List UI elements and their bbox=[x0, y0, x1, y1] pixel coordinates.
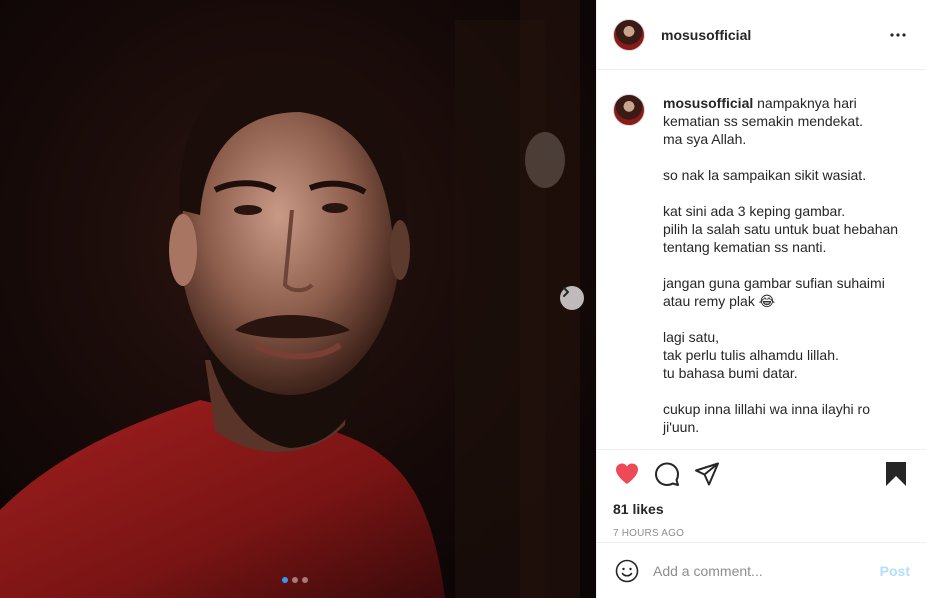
likes-count[interactable]: 81 likes bbox=[613, 501, 910, 517]
caption-line: so nak la sampaikan sikit wasiat. bbox=[663, 167, 867, 183]
emoji-icon bbox=[615, 559, 639, 582]
post-actions: 81 likes 7 HOURS AGO bbox=[597, 449, 926, 539]
caption-line: kematian ss semakin mendekat. bbox=[663, 113, 863, 129]
comment-button[interactable] bbox=[653, 460, 681, 488]
carousel-dot-2 bbox=[292, 577, 298, 583]
caption-line: tak perlu tulis alhamdu lillah. bbox=[663, 347, 839, 363]
post-photo[interactable] bbox=[0, 0, 596, 598]
heart-icon bbox=[616, 463, 638, 484]
caption-line: tu bahasa bumi datar. bbox=[663, 365, 798, 381]
more-options-icon bbox=[890, 32, 906, 37]
avatar[interactable] bbox=[613, 18, 645, 51]
caption: mosusofficial nampaknya hari kematian ss… bbox=[613, 94, 910, 436]
comment-icon bbox=[655, 462, 679, 486]
caption-line: jangan guna gambar sufian suhaimi bbox=[663, 275, 885, 291]
caption-text: mosusofficial nampaknya hari kematian ss… bbox=[663, 94, 910, 436]
caption-line: ji'uun. bbox=[663, 419, 700, 435]
caption-line bbox=[663, 148, 910, 166]
comments-section[interactable]: mosusofficial nampaknya hari kematian ss… bbox=[597, 70, 926, 448]
share-icon bbox=[695, 462, 719, 486]
caption-username[interactable]: mosusofficial bbox=[663, 95, 753, 111]
share-button[interactable] bbox=[693, 460, 721, 488]
carousel-dot-3 bbox=[302, 577, 308, 583]
caption-line bbox=[663, 382, 910, 400]
caption-line: cukup inna lillahi wa inna ilayhi ro bbox=[663, 401, 871, 417]
header-username[interactable]: mosusofficial bbox=[661, 27, 751, 43]
caption-avatar[interactable] bbox=[613, 94, 645, 126]
emoji-button[interactable] bbox=[613, 557, 641, 585]
caption-line bbox=[663, 256, 910, 274]
caption-line: kat sini ada 3 keping gambar. bbox=[663, 203, 846, 219]
add-comment-bar: Post bbox=[597, 542, 926, 598]
caption-line: lagi satu, bbox=[663, 329, 720, 345]
post-side-panel: mosusofficial mosusofficial nampaknya ha… bbox=[596, 0, 926, 598]
caption-first-line: nampaknya hari bbox=[757, 95, 857, 111]
post-timestamp[interactable]: 7 HOURS AGO bbox=[613, 528, 910, 539]
caption-line: mosusofficial nampaknya hari bbox=[663, 94, 910, 112]
caption-line: atau remy plak 😂 bbox=[663, 293, 776, 309]
caption-line bbox=[663, 184, 910, 202]
caption-line bbox=[663, 310, 910, 328]
caption-line: ma sya Allah. bbox=[663, 131, 747, 147]
bookmark-icon bbox=[886, 462, 906, 486]
action-icons bbox=[613, 458, 910, 490]
chevron-right-icon bbox=[563, 287, 569, 297]
selfie-image bbox=[0, 0, 596, 598]
like-button[interactable] bbox=[613, 460, 641, 488]
carousel-indicator bbox=[282, 577, 308, 583]
carousel-next-button[interactable] bbox=[560, 286, 584, 310]
caption-line: pilih la salah satu untuk buat hebahan bbox=[663, 221, 899, 237]
carousel-dot-1 bbox=[282, 577, 288, 583]
comment-input[interactable] bbox=[653, 562, 880, 579]
post-comment-button[interactable]: Post bbox=[880, 563, 910, 579]
save-button[interactable] bbox=[882, 460, 910, 488]
caption-line: tentang kematian ss nanti. bbox=[663, 239, 827, 255]
more-options-button[interactable] bbox=[886, 23, 910, 47]
post-header: mosusofficial bbox=[597, 0, 926, 70]
